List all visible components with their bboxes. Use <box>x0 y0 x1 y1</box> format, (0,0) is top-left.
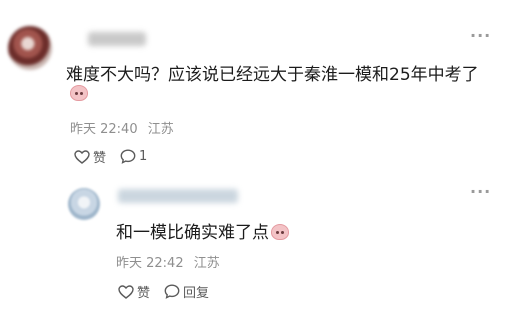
comment-meta: 昨天 22:40 江苏 <box>70 118 174 137</box>
more-options-icon[interactable]: ··· <box>470 182 491 201</box>
comment-text: 难度不大吗？应该说已经远大于秦淮一模和25年中考了 <box>66 65 479 85</box>
like-label: 赞 <box>93 151 107 166</box>
comment-location: 江苏 <box>147 122 174 137</box>
reply-count: 1 <box>139 149 148 164</box>
reply-text: 和一模比确实难了点 <box>116 223 269 243</box>
reply-count-button[interactable]: 1 <box>120 149 147 164</box>
comment-item: ··· 难度不大吗？应该说已经远大于秦淮一模和25年中考了 昨天 22:40 江… <box>0 0 514 176</box>
pig-face-emoji-icon <box>271 224 289 240</box>
username-blurred[interactable] <box>118 189 238 203</box>
more-options-icon[interactable]: ··· <box>470 26 491 45</box>
comment-bubble-icon <box>164 284 180 299</box>
like-button[interactable]: 赞 <box>118 282 150 301</box>
reply-time: 昨天 22:42 <box>116 256 184 271</box>
avatar[interactable] <box>8 26 52 70</box>
heart-icon <box>74 149 90 164</box>
comment-bubble-icon <box>120 149 136 164</box>
reply-actions: 赞 回复 <box>118 282 209 301</box>
comment-time: 昨天 22:40 <box>70 122 138 137</box>
username-blurred[interactable] <box>88 32 146 46</box>
reply-meta: 昨天 22:42 江苏 <box>116 252 220 271</box>
reply-button[interactable]: 回复 <box>164 282 209 301</box>
like-label: 赞 <box>137 286 151 301</box>
pig-face-emoji-icon <box>70 85 88 101</box>
reply-location: 江苏 <box>193 256 220 271</box>
reply-item: ··· 和一模比确实难了点 昨天 22:42 江苏 赞 回复 <box>0 176 514 320</box>
comment-actions: 赞 1 <box>74 147 147 166</box>
reply-label: 回复 <box>183 286 210 301</box>
like-button[interactable]: 赞 <box>74 147 106 166</box>
reply-text-line: 和一模比确实难了点 <box>116 218 289 243</box>
avatar[interactable] <box>68 188 100 220</box>
heart-icon <box>118 284 134 299</box>
